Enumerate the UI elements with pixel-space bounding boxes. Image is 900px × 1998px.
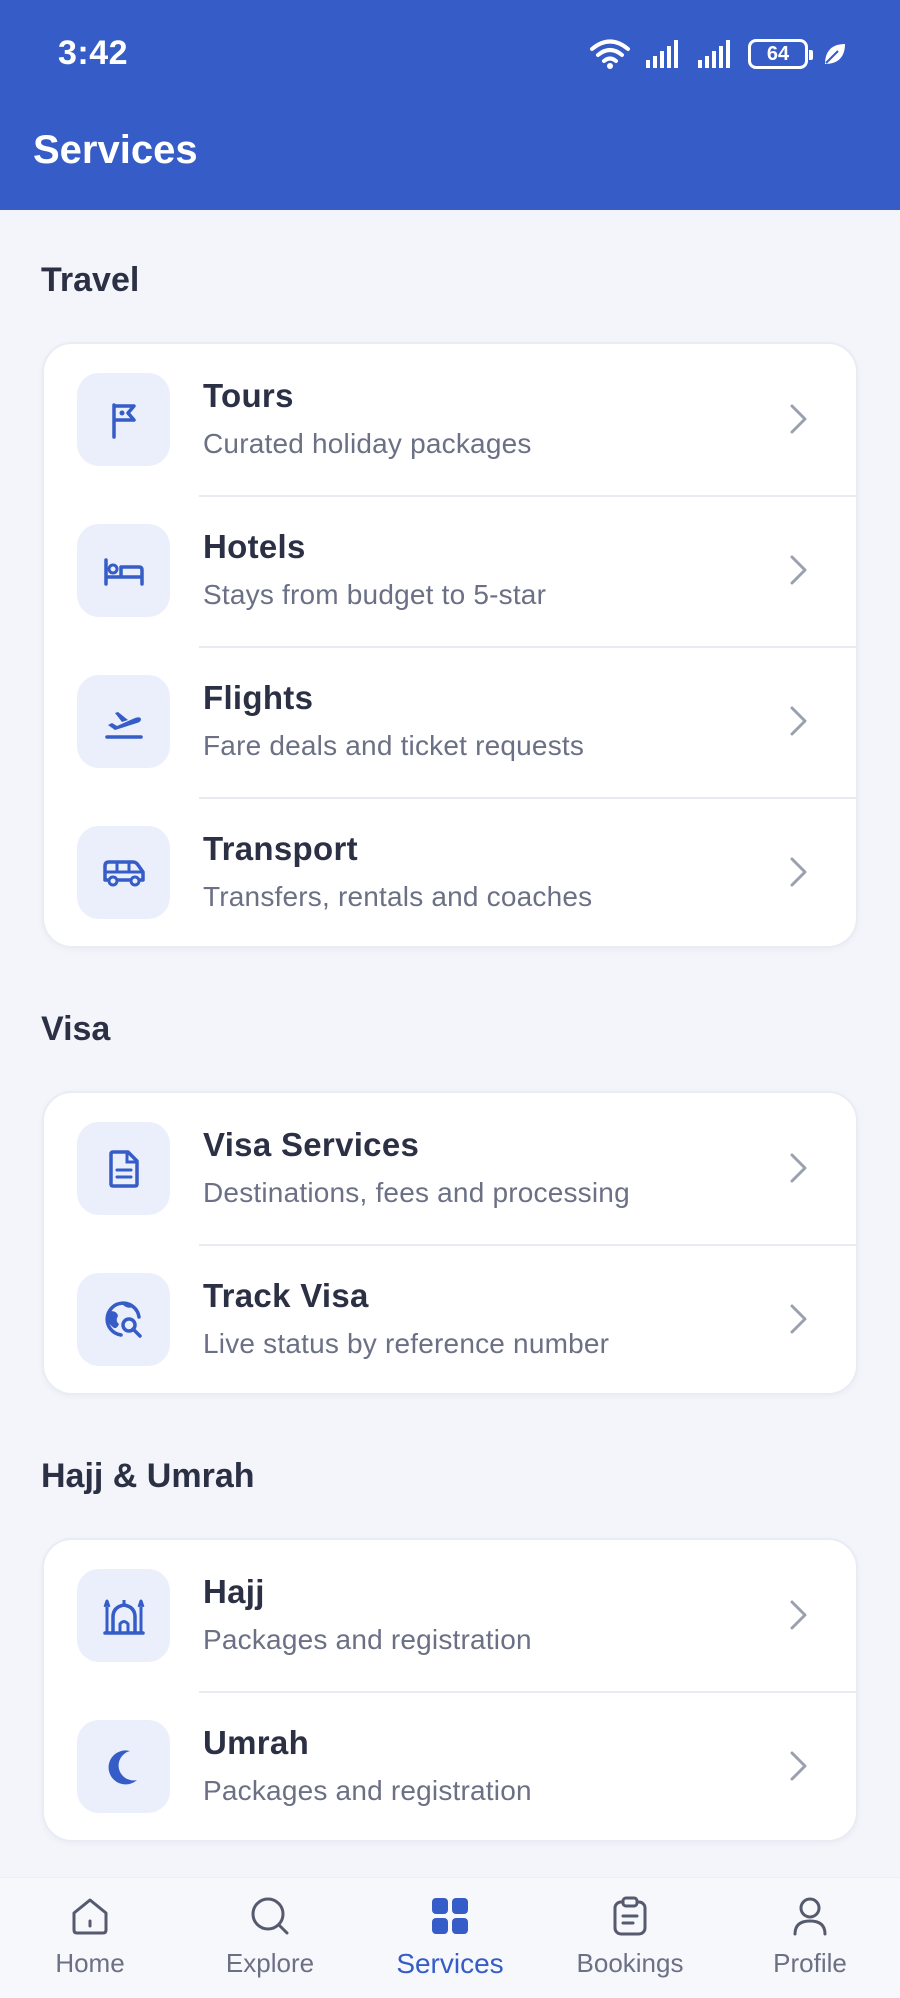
signal-icon (646, 40, 678, 68)
row-subtitle: Destinations, fees and processing (203, 1177, 630, 1208)
row-title: Umrah (203, 1724, 310, 1761)
chevron-right-icon (790, 1751, 807, 1781)
service-row-flights[interactable]: Flights Fare deals and ticket requests (44, 646, 856, 797)
row-title: Tours (203, 377, 294, 414)
nav-item-explore[interactable]: Explore (180, 1878, 360, 1998)
visa-card: Visa Services Destinations, fees and pro… (42, 1091, 858, 1395)
nav-label: Home (55, 1948, 125, 1978)
service-row-visa-services[interactable]: Visa Services Destinations, fees and pro… (44, 1093, 856, 1244)
page-title: Services (33, 128, 198, 172)
row-subtitle: Packages and registration (203, 1775, 532, 1806)
status-time: 3:42 (58, 34, 129, 72)
home-icon (72, 1898, 108, 1935)
row-subtitle: Live status by reference number (203, 1328, 610, 1359)
service-row-hotels[interactable]: Hotels Stays from budget to 5-star (44, 495, 856, 646)
section-title-hajj-umrah: Hajj & Umrah (41, 1457, 255, 1495)
app-header: 3:42 64 Services (0, 0, 900, 210)
service-row-transport[interactable]: Transport Transfers, rentals and coaches (44, 797, 856, 946)
row-subtitle: Curated holiday packages (203, 428, 532, 459)
nav-item-home[interactable]: Home (0, 1878, 180, 1998)
clipboard-icon (613, 1896, 647, 1936)
bottom-nav: Home Explore Services Bookings Profile (0, 1877, 900, 1998)
flag-icon (111, 402, 136, 439)
wifi-icon (590, 39, 630, 69)
crescent-moon-icon (108, 1749, 137, 1784)
document-icon (108, 1149, 139, 1188)
row-title: Track Visa (203, 1277, 369, 1314)
row-subtitle: Stays from budget to 5-star (203, 579, 547, 610)
nav-label: Explore (225, 1948, 315, 1978)
row-title: Hajj (203, 1573, 265, 1610)
row-title: Hotels (203, 528, 306, 565)
chevron-right-icon (790, 1153, 807, 1183)
chevron-right-icon (790, 706, 807, 736)
nav-label: Profile (773, 1948, 847, 1978)
leaf-icon (825, 44, 845, 64)
hajj-umrah-card: Hajj Packages and registration Umrah Pac… (42, 1538, 858, 1842)
chevron-right-icon (790, 555, 807, 585)
chevron-right-icon (790, 1304, 807, 1334)
chevron-right-icon (790, 857, 807, 887)
battery-indicator: 64 (748, 39, 813, 69)
row-title: Transport (203, 830, 358, 867)
nav-item-services[interactable]: Services (360, 1878, 540, 1998)
row-subtitle: Transfers, rentals and coaches (203, 881, 593, 912)
mosque-icon (102, 1599, 145, 1635)
service-row-hajj[interactable]: Hajj Packages and registration (44, 1540, 856, 1691)
user-icon (793, 1897, 827, 1936)
row-subtitle: Packages and registration (203, 1624, 532, 1655)
chevron-right-icon (790, 404, 807, 434)
nav-label: Bookings (576, 1948, 684, 1978)
section-title-travel: Travel (41, 261, 140, 299)
service-row-tours[interactable]: Tours Curated holiday packages (44, 344, 856, 495)
service-row-track-visa[interactable]: Track Visa Live status by reference numb… (44, 1244, 856, 1393)
row-title: Flights (203, 679, 314, 716)
grid-icon (432, 1898, 468, 1934)
nav-item-bookings[interactable]: Bookings (540, 1878, 720, 1998)
row-subtitle: Fare deals and ticket requests (203, 730, 585, 761)
bed-icon (103, 557, 144, 586)
nav-label: Services (396, 1948, 504, 1979)
globe-search-icon (104, 1300, 142, 1338)
chevron-right-icon (790, 1600, 807, 1630)
nav-item-profile[interactable]: Profile (720, 1878, 900, 1998)
travel-card: Tours Curated holiday packages Hotels St… (42, 342, 858, 948)
status-icons: 64 (590, 36, 848, 72)
service-row-umrah[interactable]: Umrah Packages and registration (44, 1691, 856, 1840)
search-icon (251, 1897, 289, 1935)
row-title: Visa Services (203, 1126, 420, 1163)
van-icon (102, 859, 145, 886)
signal-icon-2 (698, 40, 730, 68)
plane-takeoff-icon (104, 711, 143, 739)
section-title-visa: Visa (41, 1010, 111, 1048)
